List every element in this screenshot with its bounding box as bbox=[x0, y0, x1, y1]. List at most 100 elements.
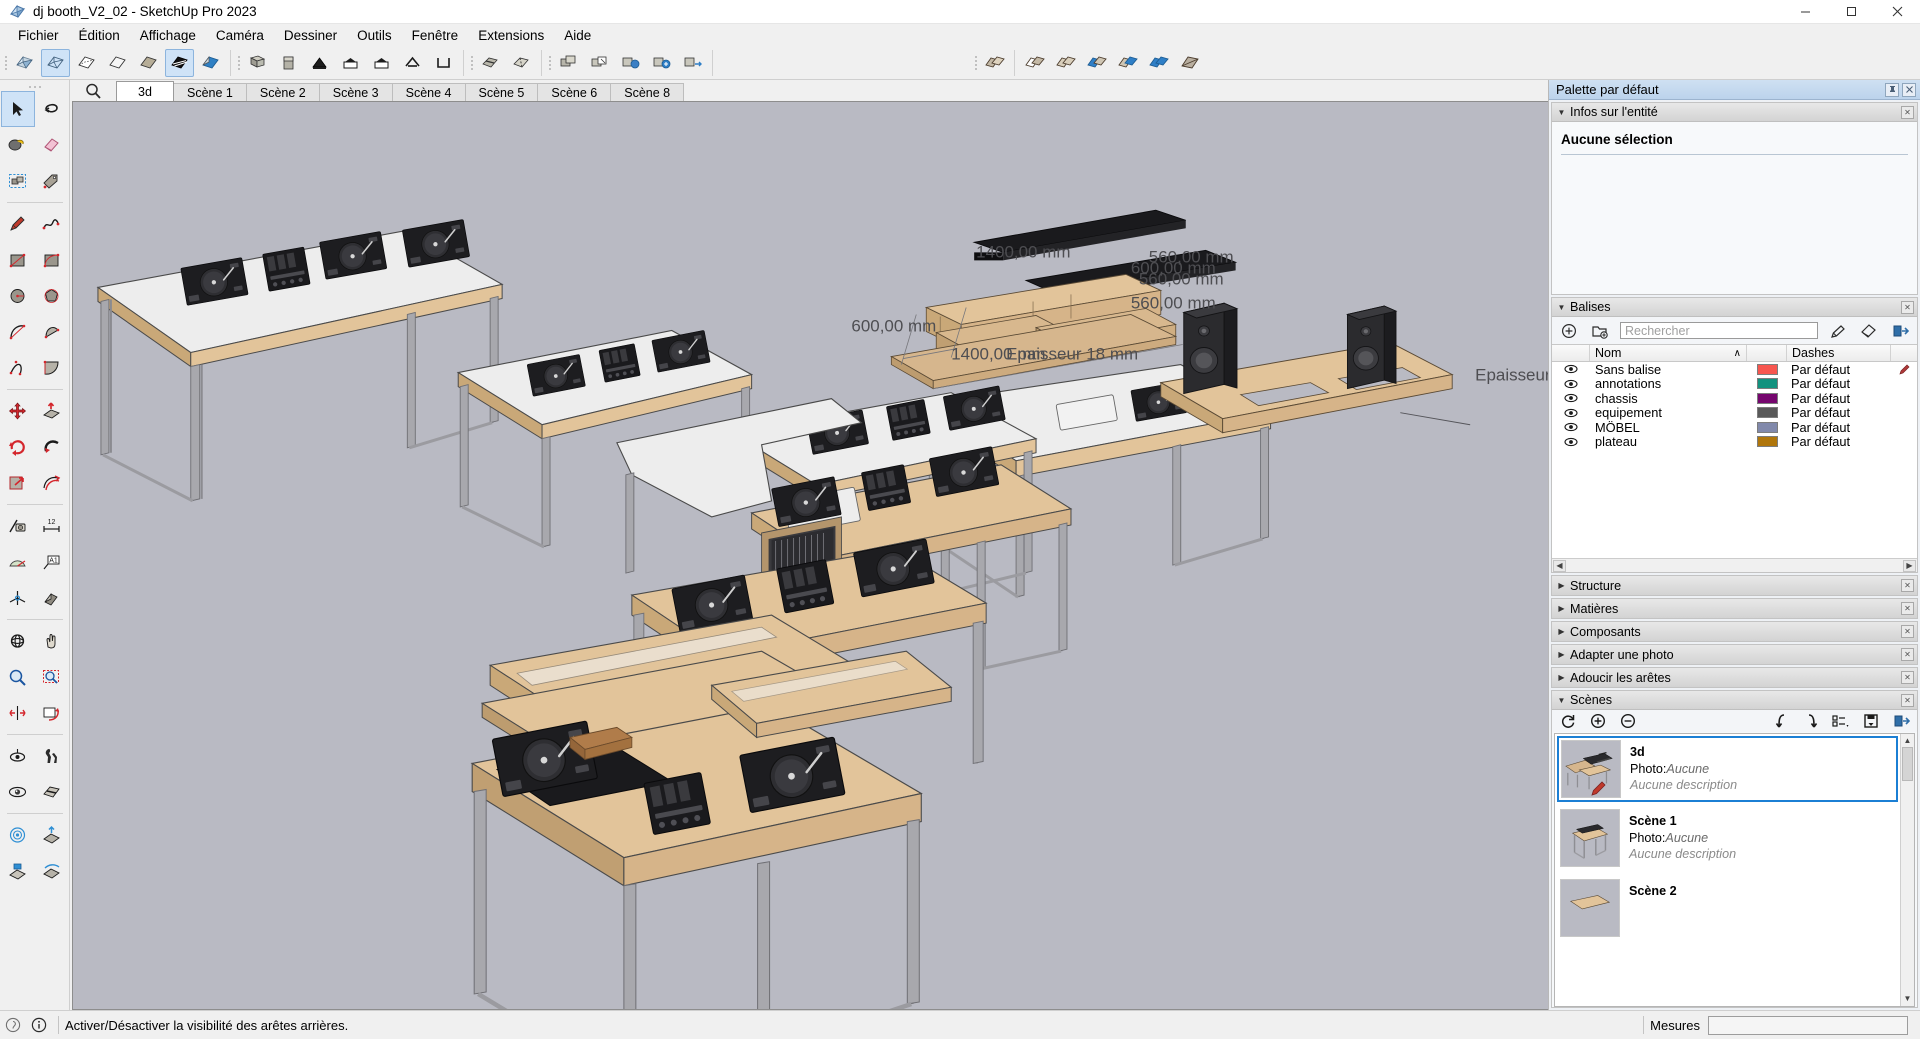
style-shaded-texture-icon[interactable] bbox=[134, 49, 163, 77]
tag-color-swatch[interactable] bbox=[1747, 392, 1787, 404]
tag-tool-icon[interactable] bbox=[35, 163, 69, 199]
walk-icon[interactable] bbox=[35, 738, 69, 774]
3d-viewport[interactable]: 1400,00 mm 600,00 mm 560,00 mm 560,00 mm… bbox=[72, 101, 1548, 1010]
position-camera-icon[interactable] bbox=[1, 738, 35, 774]
lasso-select-icon[interactable] bbox=[35, 91, 69, 127]
tab-scene-2[interactable]: Scène 2 bbox=[245, 83, 320, 101]
tags-close[interactable]: ✕ bbox=[1901, 300, 1914, 314]
adapter-photo-close[interactable]: ✕ bbox=[1901, 648, 1914, 661]
tags-list[interactable]: Sans balise Par défaut annotations Par d… bbox=[1552, 362, 1917, 558]
3d-text-icon[interactable] bbox=[35, 580, 69, 616]
tag-manager-icon[interactable] bbox=[616, 49, 645, 77]
tab-3d[interactable]: 3d bbox=[116, 81, 174, 101]
sandbox-from-contours-icon[interactable] bbox=[1, 817, 35, 853]
paint-bucket-icon[interactable] bbox=[35, 127, 69, 163]
menu-aide[interactable]: Aide bbox=[554, 26, 601, 45]
eraser-icon[interactable] bbox=[1, 127, 35, 163]
tag-color-swatch[interactable] bbox=[1747, 363, 1787, 375]
move-scene-down-icon[interactable] bbox=[1801, 712, 1821, 730]
move-scene-up-icon[interactable] bbox=[1771, 712, 1791, 730]
minimize-button[interactable] bbox=[1782, 0, 1828, 24]
tag-color-swatch[interactable] bbox=[1747, 407, 1787, 419]
show-details-icon[interactable] bbox=[1861, 712, 1881, 730]
sandbox-smoove-icon[interactable] bbox=[35, 817, 69, 853]
style-shaded-icon[interactable] bbox=[103, 49, 132, 77]
section-plane-icon[interactable] bbox=[476, 49, 505, 77]
info-icon[interactable] bbox=[26, 1011, 52, 1039]
sandbox-drape-icon[interactable] bbox=[35, 853, 69, 889]
tag-dash-style[interactable]: Par défaut bbox=[1787, 391, 1891, 406]
menu-fenetre[interactable]: Fenêtre bbox=[402, 26, 469, 45]
solid-extra-icon[interactable] bbox=[1175, 49, 1204, 77]
col-name[interactable]: Nom ∧ bbox=[1590, 345, 1747, 361]
composants-close[interactable]: ✕ bbox=[1901, 625, 1914, 638]
toolbar-grip-tags[interactable] bbox=[546, 50, 553, 76]
freehand-icon[interactable] bbox=[35, 206, 69, 242]
rotate-icon[interactable] bbox=[1, 429, 35, 465]
tag-display-icon[interactable] bbox=[554, 49, 583, 77]
tape-measure-icon[interactable] bbox=[1, 508, 35, 544]
follow-me-icon[interactable] bbox=[35, 429, 69, 465]
section-adapter-photo[interactable]: ▶ Adapter une photo ✕ bbox=[1551, 644, 1918, 665]
add-tag-icon[interactable] bbox=[1558, 321, 1580, 341]
toolbar-grip-sections[interactable] bbox=[468, 50, 475, 76]
menu-fichier[interactable]: Fichier bbox=[8, 26, 69, 45]
col-dashes[interactable]: Dashes bbox=[1787, 345, 1891, 361]
polygon-icon[interactable] bbox=[35, 278, 69, 314]
tag-dash-style[interactable]: Par défaut bbox=[1787, 362, 1891, 377]
scenes-close[interactable]: ✕ bbox=[1901, 693, 1914, 707]
tag-color-swatch[interactable] bbox=[1747, 436, 1787, 448]
move-icon[interactable] bbox=[1, 393, 35, 429]
remove-scene-icon[interactable] bbox=[1618, 712, 1638, 730]
offset-icon[interactable] bbox=[35, 465, 69, 501]
table-row[interactable]: Sans balise Par défaut bbox=[1552, 362, 1917, 377]
eye-icon[interactable] bbox=[1552, 364, 1590, 374]
scroll-right-icon[interactable]: ▶ bbox=[1903, 559, 1916, 572]
rotated-rectangle-icon[interactable] bbox=[35, 242, 69, 278]
entity-info-close[interactable]: ✕ bbox=[1901, 105, 1914, 119]
dimension-icon[interactable]: 12 bbox=[35, 508, 69, 544]
menu-dessiner[interactable]: Dessiner bbox=[274, 26, 347, 45]
section-adoucir-aretes[interactable]: ▶ Adoucir les arêtes ✕ bbox=[1551, 667, 1918, 688]
tab-scene-6[interactable]: Scène 6 bbox=[537, 83, 612, 101]
tag-add-icon[interactable] bbox=[647, 49, 676, 77]
view-bottom-icon[interactable] bbox=[429, 49, 458, 77]
list-item[interactable]: 3d Photo:Aucune Aucune description bbox=[1557, 736, 1898, 802]
scene-details-arrow-icon[interactable] bbox=[1891, 712, 1911, 730]
axes-icon[interactable] bbox=[1, 580, 35, 616]
tags-horizontal-scrollbar[interactable]: ◀ ▶ bbox=[1552, 558, 1917, 572]
menu-extensions[interactable]: Extensions bbox=[468, 26, 554, 45]
eye-icon[interactable] bbox=[1552, 437, 1590, 447]
section-structure[interactable]: ▶ Structure ✕ bbox=[1551, 575, 1918, 596]
section-matieres[interactable]: ▶ Matières ✕ bbox=[1551, 598, 1918, 619]
tab-scene-1[interactable]: Scène 1 bbox=[173, 83, 247, 101]
add-scene-icon[interactable] bbox=[1588, 712, 1608, 730]
maximize-button[interactable] bbox=[1828, 0, 1874, 24]
scrollbar-thumb[interactable] bbox=[1901, 747, 1913, 781]
menu-affichage[interactable]: Affichage bbox=[130, 26, 206, 45]
add-tag-folder-icon[interactable] bbox=[1589, 321, 1611, 341]
look-around-icon[interactable] bbox=[1, 774, 35, 810]
style-hiddenline-icon[interactable] bbox=[72, 49, 101, 77]
style-monochrome-icon[interactable] bbox=[165, 48, 194, 77]
tab-scene-3[interactable]: Scène 3 bbox=[318, 83, 393, 101]
menu-camera[interactable]: Caméra bbox=[206, 26, 274, 45]
previous-view-icon[interactable] bbox=[35, 695, 69, 731]
search-icon[interactable] bbox=[72, 80, 116, 101]
measurements-input[interactable] bbox=[1708, 1015, 1908, 1035]
tab-scene-5[interactable]: Scène 5 bbox=[464, 83, 539, 101]
tag-pencil-icon[interactable] bbox=[1827, 321, 1849, 341]
view-options-icon[interactable] bbox=[1831, 712, 1851, 730]
menu-outils[interactable]: Outils bbox=[347, 26, 402, 45]
table-row[interactable]: plateau Par défaut bbox=[1552, 434, 1917, 449]
tab-scene-4[interactable]: Scène 4 bbox=[391, 83, 466, 101]
tag-bucket-icon[interactable] bbox=[1858, 321, 1880, 341]
tags-header[interactable]: ▼ Balises ✕ bbox=[1552, 298, 1917, 317]
scroll-up-icon[interactable]: ▲ bbox=[1902, 734, 1914, 746]
zoom-window-icon[interactable] bbox=[35, 659, 69, 695]
sandbox-stamp-icon[interactable] bbox=[1, 853, 35, 889]
toolbar-grip-solid[interactable] bbox=[972, 50, 979, 76]
push-pull-icon[interactable] bbox=[35, 393, 69, 429]
scenes-list[interactable]: 3d Photo:Aucune Aucune description Scène… bbox=[1554, 733, 1915, 1007]
solid-intersect-icon[interactable] bbox=[1020, 49, 1049, 77]
